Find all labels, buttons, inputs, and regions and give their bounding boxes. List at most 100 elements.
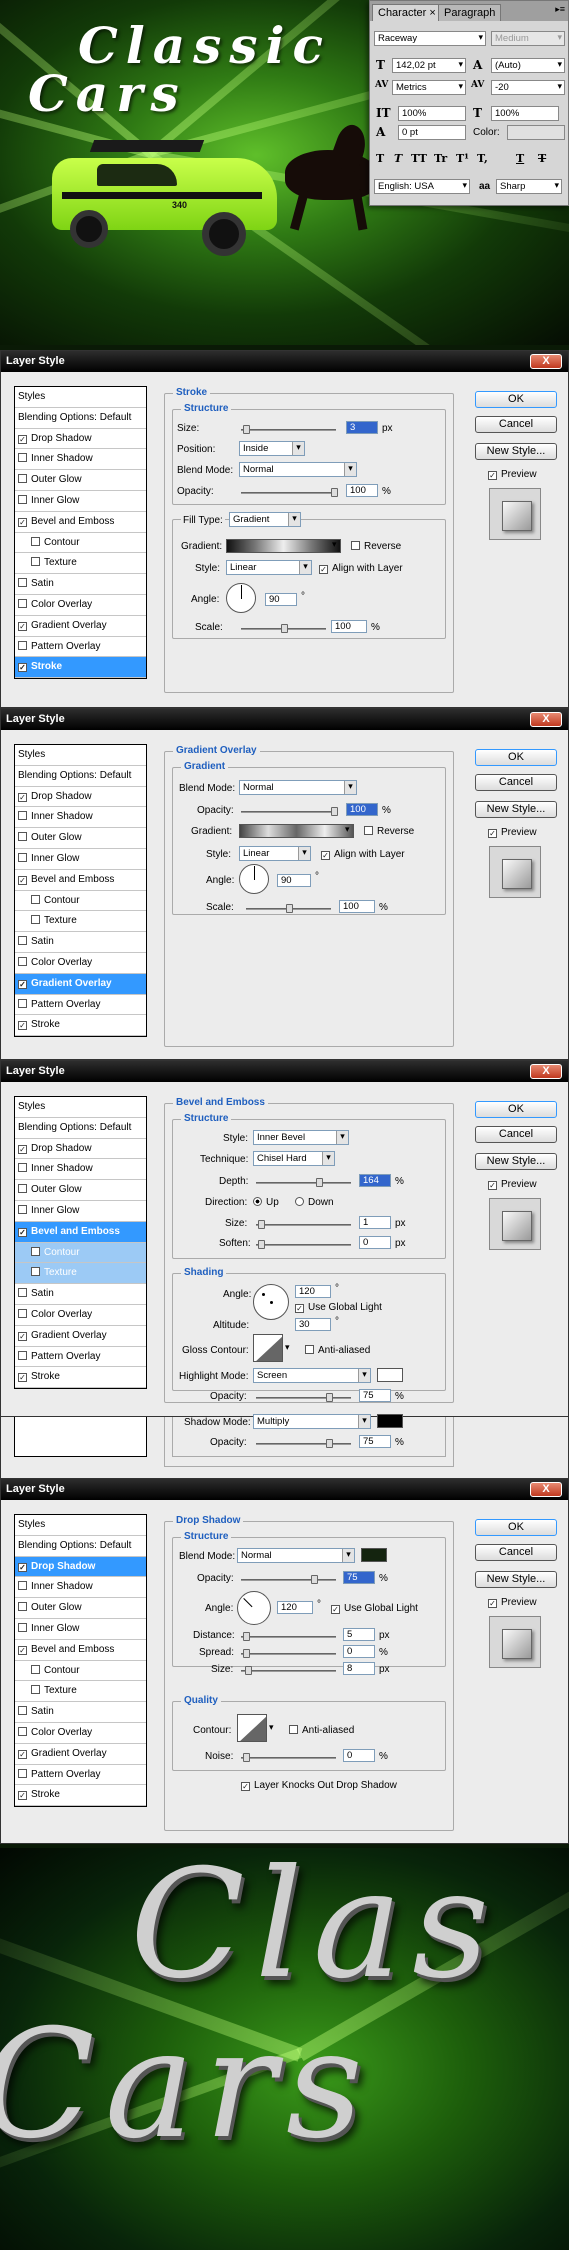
checkbox-icon[interactable]: ✓ xyxy=(18,1227,27,1237)
tab-paragraph[interactable]: Paragraph xyxy=(438,4,502,21)
style-item-color-overlay[interactable]: Color Overlay xyxy=(15,1305,146,1326)
checkbox-icon[interactable]: ✓ xyxy=(18,663,27,673)
checkbox-icon[interactable]: ✓ xyxy=(18,1791,27,1801)
style-item-inner-shadow[interactable]: Inner Shadow xyxy=(15,1159,146,1181)
superscript-icon[interactable]: T¹ xyxy=(456,152,469,165)
opacity-slider[interactable] xyxy=(241,807,338,816)
style-item-bevel-emboss[interactable]: ✓ Bevel and Emboss xyxy=(15,512,146,533)
style-item-contour[interactable]: Contour xyxy=(15,1661,146,1682)
checkbox-icon[interactable] xyxy=(18,1350,27,1360)
angle-dial[interactable] xyxy=(239,864,269,894)
style-select[interactable]: Linear xyxy=(226,560,312,575)
highlight-mode-select[interactable]: Screen xyxy=(253,1368,371,1383)
checkbox-icon[interactable] xyxy=(31,1664,40,1674)
highlight-color-swatch[interactable] xyxy=(377,1368,403,1382)
style-item-drop-shadow[interactable]: ✓ Drop Shadow xyxy=(15,429,146,450)
contour-antialiased-checkbox[interactable]: Anti-aliased xyxy=(289,1725,354,1736)
contour-picker[interactable] xyxy=(237,1714,267,1742)
new-style-button[interactable]: New Style... xyxy=(475,443,557,460)
gradient-picker[interactable] xyxy=(239,824,354,838)
style-item-inner-glow[interactable]: Inner Glow xyxy=(15,1619,146,1640)
checkbox-icon[interactable] xyxy=(18,832,27,842)
checkbox-icon[interactable] xyxy=(18,1288,27,1298)
technique-select[interactable]: Chisel Hard xyxy=(253,1151,335,1166)
checkbox-icon[interactable] xyxy=(18,1706,27,1716)
hl-opacity-knob[interactable] xyxy=(326,1393,333,1402)
scale-slider-knob[interactable] xyxy=(286,904,293,913)
checkbox-icon[interactable]: ✓ xyxy=(18,979,27,989)
close-button[interactable]: X xyxy=(530,1482,562,1497)
direction-down-radio[interactable]: Down xyxy=(295,1197,334,1208)
checkbox-icon[interactable] xyxy=(18,936,27,946)
align-checkbox[interactable]: ✓ Align with Layer xyxy=(321,849,405,860)
checkbox-icon[interactable] xyxy=(18,578,27,588)
global-light-checkbox[interactable]: ✓ Use Global Light xyxy=(295,1302,382,1313)
ok-button[interactable]: OK xyxy=(475,749,557,766)
style-item-bevel-emboss[interactable]: ✓ Bevel and Emboss xyxy=(15,870,146,891)
sh-opacity-slider[interactable] xyxy=(256,1439,351,1448)
styles-header[interactable]: Styles xyxy=(15,745,146,766)
style-item-stroke[interactable]: ✓ Stroke xyxy=(15,1367,146,1389)
checkbox-icon[interactable] xyxy=(18,1768,27,1778)
new-style-button[interactable]: New Style... xyxy=(475,1571,557,1588)
style-item-outer-glow[interactable]: Outer Glow xyxy=(15,1180,146,1201)
style-item-gradient-overlay[interactable]: ✓ Gradient Overlay xyxy=(15,1326,146,1347)
checkbox-icon[interactable] xyxy=(18,1204,27,1214)
style-item-inner-shadow[interactable]: Inner Shadow xyxy=(15,449,146,471)
style-item-bevel-emboss[interactable]: ✓ Bevel and Emboss xyxy=(15,1221,146,1243)
checkbox-icon[interactable]: ✓ xyxy=(18,621,27,631)
opacity-input[interactable]: 75 xyxy=(343,1571,375,1584)
style-item-inner-shadow[interactable]: Inner Shadow xyxy=(15,807,146,829)
style-item-pattern-overlay[interactable]: Pattern Overlay xyxy=(15,1765,146,1786)
style-item-contour[interactable]: Contour xyxy=(15,891,146,912)
spread-input[interactable]: 0 xyxy=(343,1645,375,1658)
small-caps-icon[interactable]: Tr xyxy=(434,152,447,165)
checkbox-icon[interactable] xyxy=(18,640,27,650)
reverse-checkbox[interactable]: Reverse xyxy=(364,826,414,837)
gradient-dropdown-icon[interactable]: ▾ xyxy=(345,824,350,835)
style-item-stroke[interactable]: ✓ Stroke xyxy=(15,1015,146,1037)
checkbox-icon[interactable] xyxy=(31,1246,40,1256)
size-slider-knob[interactable] xyxy=(258,1220,265,1229)
checkbox-icon[interactable] xyxy=(31,1685,40,1695)
baseline-shift-field[interactable]: 0 pt xyxy=(398,125,466,140)
fill-type-select[interactable]: Gradient xyxy=(229,512,301,527)
checkbox-icon[interactable] xyxy=(18,453,27,463)
blend-mode-select[interactable]: Normal xyxy=(239,780,357,795)
strikethrough-icon[interactable]: T xyxy=(538,152,546,165)
checkbox-icon[interactable]: ✓ xyxy=(18,517,27,527)
gloss-antialiased-checkbox[interactable]: Anti-aliased xyxy=(305,1345,370,1356)
tab-character[interactable]: Character × xyxy=(372,4,442,21)
blending-options-item[interactable]: Blending Options: Default xyxy=(15,1118,146,1139)
checkbox-icon[interactable] xyxy=(18,1184,27,1194)
size-input[interactable]: 1 xyxy=(359,1216,391,1229)
shadow-mode-select[interactable]: Multiply xyxy=(253,1414,371,1429)
reverse-checkbox[interactable]: Reverse xyxy=(351,541,401,552)
style-item-texture[interactable]: Texture xyxy=(15,911,146,933)
new-style-button[interactable]: New Style... xyxy=(475,801,557,818)
checkbox-icon[interactable]: ✓ xyxy=(18,1331,27,1341)
style-item-gradient-overlay[interactable]: ✓ Gradient Overlay xyxy=(15,1744,146,1765)
preview-checkbox[interactable]: ✓ Preview xyxy=(488,469,537,480)
checkbox-icon[interactable] xyxy=(31,1267,40,1277)
style-item-texture[interactable]: Texture xyxy=(15,553,146,575)
depth-slider-knob[interactable] xyxy=(316,1178,323,1187)
styles-header[interactable]: Styles xyxy=(15,1515,146,1536)
opacity-input[interactable]: 100 xyxy=(346,484,378,497)
checkbox-icon[interactable]: ✓ xyxy=(18,434,27,444)
close-button[interactable]: X xyxy=(530,1064,562,1079)
scale-slider[interactable] xyxy=(246,904,331,913)
shadow-color-swatch[interactable] xyxy=(361,1548,387,1562)
opacity-input[interactable]: 100 xyxy=(346,803,378,816)
checkbox-icon[interactable] xyxy=(31,915,40,925)
soften-slider-knob[interactable] xyxy=(258,1240,265,1249)
depth-input[interactable]: 164 xyxy=(359,1174,391,1187)
tracking-field[interactable]: -20 xyxy=(491,80,565,95)
style-item-satin[interactable]: Satin xyxy=(15,574,146,595)
ok-button[interactable]: OK xyxy=(475,391,557,408)
blending-options-item[interactable]: Blending Options: Default xyxy=(15,766,146,787)
hl-opacity-input[interactable]: 75 xyxy=(359,1389,391,1402)
opacity-slider-knob[interactable] xyxy=(331,807,338,816)
opacity-slider-knob[interactable] xyxy=(331,488,338,497)
checkbox-icon[interactable] xyxy=(18,852,27,862)
